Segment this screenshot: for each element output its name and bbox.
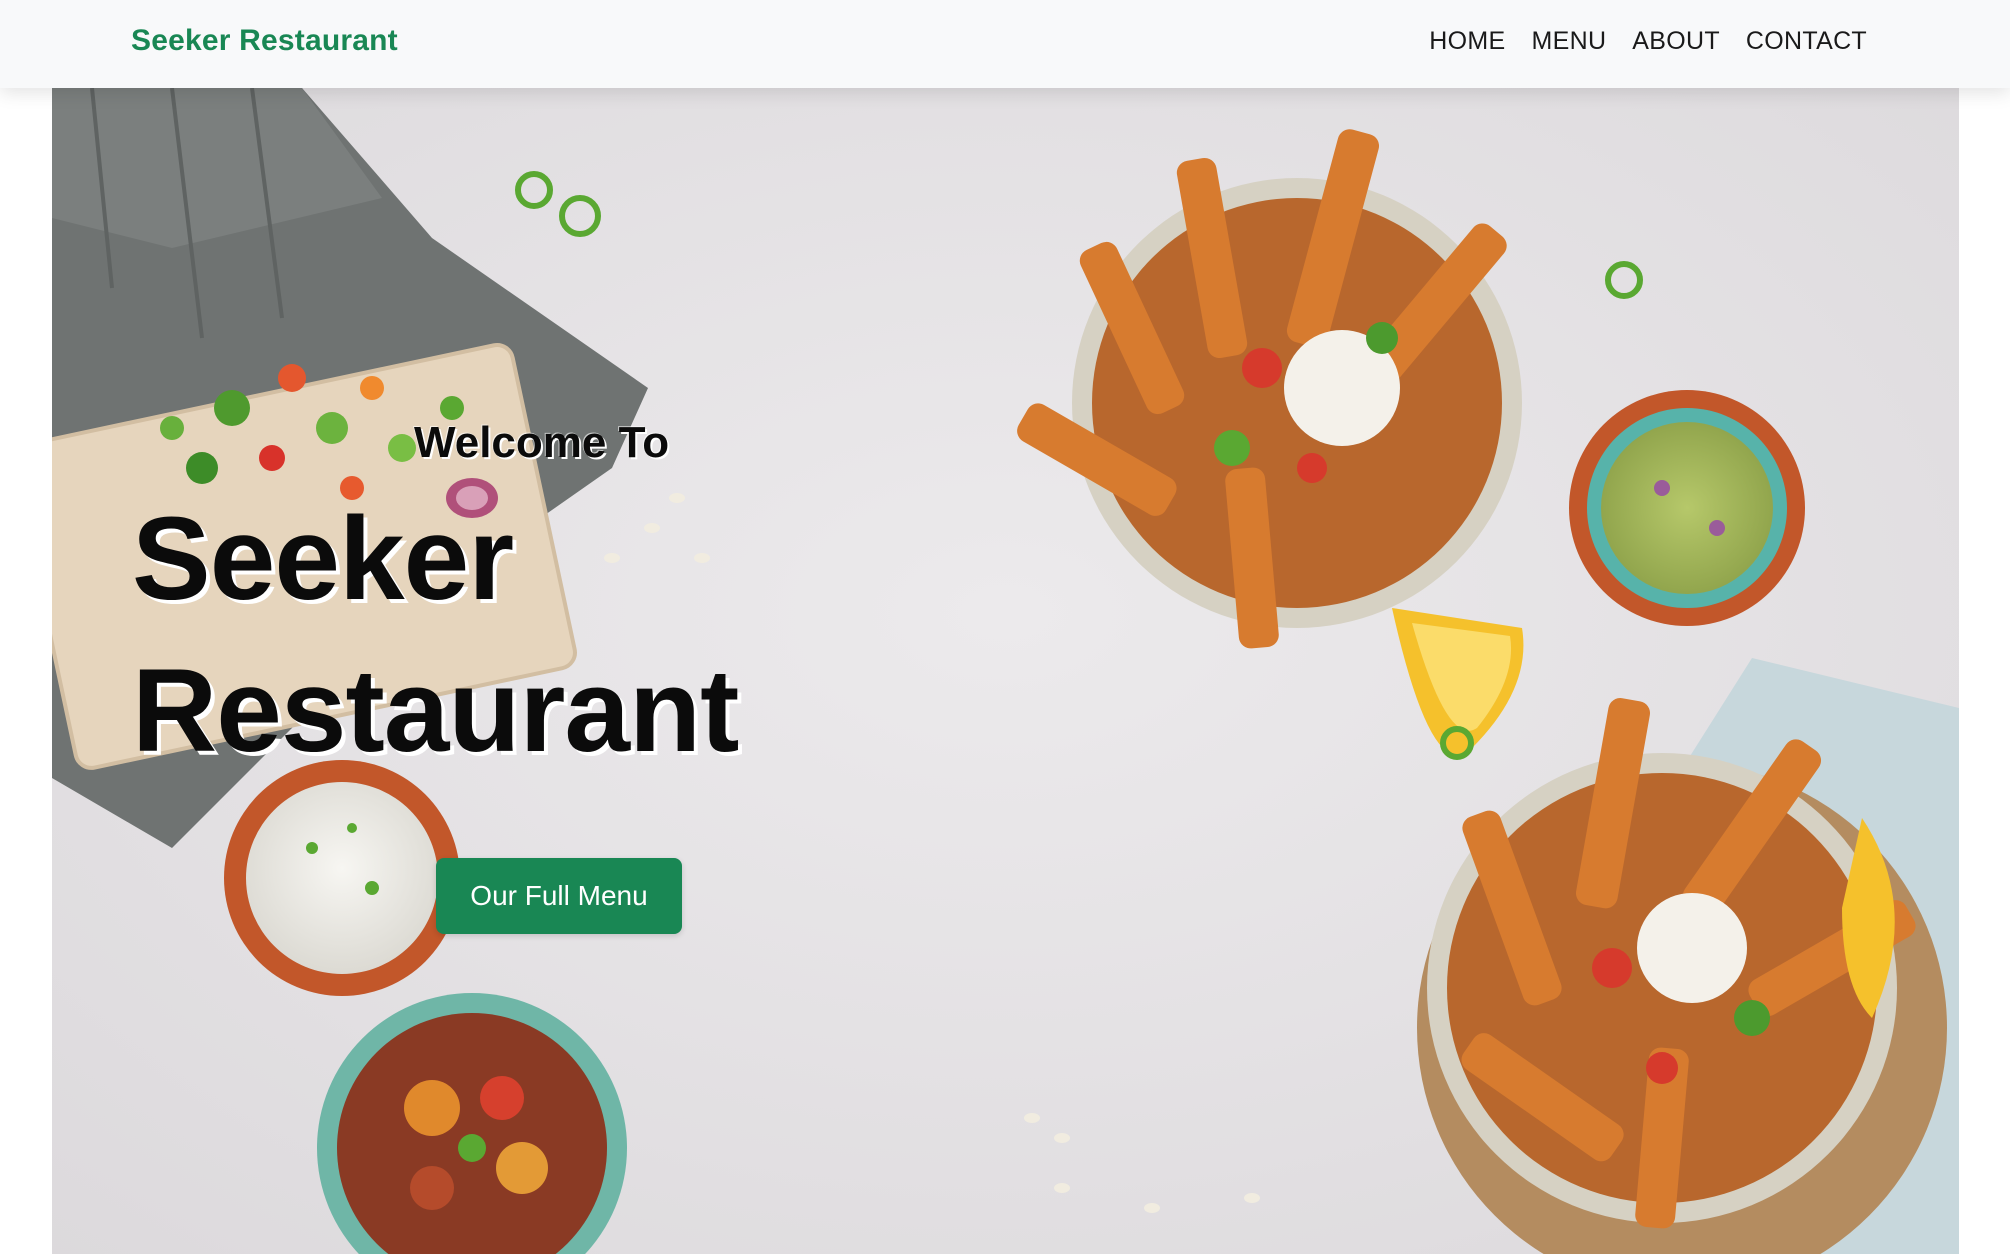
nav-link-menu[interactable]: MENU (1531, 27, 1606, 56)
hero-title: Seeker Restaurant (132, 493, 739, 777)
nav-link-contact[interactable]: CONTACT (1746, 27, 1867, 56)
nav-link-home[interactable]: HOME (1429, 27, 1505, 56)
full-menu-button[interactable]: Our Full Menu (436, 858, 682, 934)
navbar: Seeker Restaurant HOME MENU ABOUT CONTAC… (0, 0, 2010, 88)
brand-logo-link[interactable]: Seeker Restaurant (131, 24, 398, 58)
nav-links: HOME MENU ABOUT CONTACT (1429, 27, 1867, 56)
hero-section: Welcome To Seeker Restaurant Our Full Me… (52, 88, 1959, 1254)
nav-link-about[interactable]: ABOUT (1632, 27, 1720, 56)
hero-welcome-text: Welcome To (414, 418, 670, 467)
